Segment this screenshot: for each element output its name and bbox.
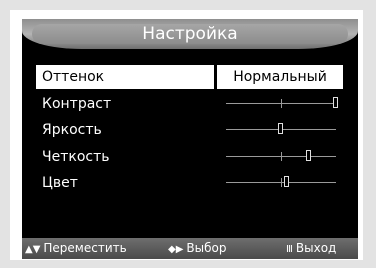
slider-handle[interactable]: [283, 176, 289, 187]
menu-title: Настройка: [142, 24, 238, 44]
slider-handle[interactable]: [278, 123, 283, 134]
contrast-slider[interactable]: [226, 97, 338, 108]
up-down-arrows-icon: ▲▼: [25, 244, 41, 255]
slider-center-tick: [281, 99, 282, 108]
menu-item-label: Цвет: [42, 175, 78, 191]
menu-item-tint[interactable]: Оттенок Нормальный: [36, 65, 343, 89]
menu-icon: Ⅲ: [286, 244, 293, 255]
menu-item-label: Контраст: [42, 96, 112, 112]
menu-item-label: Оттенок: [42, 69, 105, 85]
hint-exit: Ⅲ Выход: [286, 238, 336, 259]
left-right-arrows-icon: ◆▶: [168, 244, 184, 255]
hint-select: ◆▶ Выбор: [168, 238, 226, 259]
tint-value[interactable]: Нормальный: [217, 65, 343, 89]
color-slider[interactable]: [226, 176, 336, 187]
menu-item-color[interactable]: Цвет: [36, 171, 343, 195]
osd-menu: Настройка Оттенок Нормальный Контраст Яр…: [22, 19, 358, 259]
menu-item-contrast[interactable]: Контраст: [36, 92, 343, 116]
sharpness-slider[interactable]: [226, 150, 336, 161]
slider-handle[interactable]: [305, 150, 311, 161]
title-bar: Настройка: [22, 19, 358, 49]
menu-item-sharpness[interactable]: Четкость: [36, 145, 343, 169]
footer-hints: ▲▼ Переместить ◆▶ Выбор Ⅲ Выход: [22, 238, 358, 259]
menu-item-brightness[interactable]: Яркость: [36, 118, 343, 142]
hint-move-label: Переместить: [43, 241, 127, 255]
slider-center-tick: [281, 178, 282, 187]
hint-move: ▲▼ Переместить: [25, 238, 127, 259]
slider-center-tick: [281, 152, 282, 161]
slider-handle[interactable]: [333, 97, 338, 108]
hint-exit-label: Выход: [295, 241, 337, 255]
menu-item-label: Яркость: [42, 122, 102, 138]
brightness-slider[interactable]: [226, 123, 336, 134]
menu-item-label: Четкость: [42, 149, 110, 165]
hint-select-label: Выбор: [186, 241, 227, 255]
